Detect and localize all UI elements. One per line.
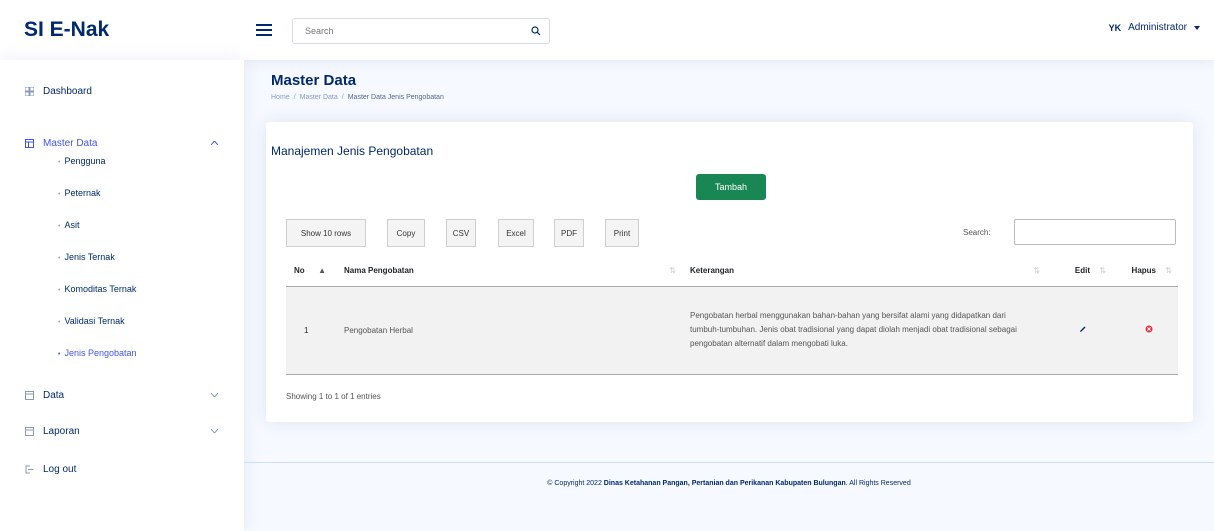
avatar: YK [1108, 22, 1122, 33]
search-bar [292, 18, 550, 44]
sidebar-item-label: Dashboard [43, 86, 92, 97]
column-label: No [294, 265, 305, 275]
sidebar-item-label: Data [43, 390, 65, 401]
sidebar-item-label: Laporan [43, 426, 80, 437]
cell-nama: Pengobatan Herbal [336, 286, 682, 375]
show-rows-button[interactable]: Show 10 rows [286, 219, 366, 247]
layout-icon [24, 391, 34, 401]
sidebar-item-dashboard[interactable]: Dashboard [24, 86, 224, 97]
sidebar-item-label: Log out [43, 464, 77, 475]
breadcrumb-section[interactable]: Master Data [300, 94, 338, 101]
table-row: 1 Pengobatan Herbal Pengobatan herbal me… [286, 286, 1178, 375]
sidebar-subitem-pengguna[interactable]: Pengguna [58, 156, 105, 166]
sidebar-item-logout[interactable]: Log out [24, 464, 224, 475]
column-label: Keterangan [690, 265, 735, 275]
layout-icon [24, 427, 34, 437]
search-icon[interactable] [523, 19, 549, 43]
sort-icon: ⇅ [1033, 266, 1040, 275]
column-header-nama[interactable]: Nama Pengobatan ⇅ [336, 255, 682, 287]
breadcrumb-separator: / [293, 94, 296, 101]
cell-hapus [1112, 286, 1178, 375]
sidebar-subitem-jenis-ternak[interactable]: Jenis Ternak [58, 252, 114, 262]
pencil-icon[interactable] [1079, 325, 1087, 333]
sidebar-subitem-asit[interactable]: Asit [58, 220, 79, 230]
column-label: Hapus [1131, 265, 1156, 275]
column-label: Edit [1074, 265, 1090, 275]
card-title: Manajemen Jenis Pengobatan [271, 144, 434, 158]
breadcrumb-current: Master Data Jenis Pengobatan [347, 94, 444, 101]
sidebar-item-label: Master Data [43, 138, 98, 149]
column-header-hapus[interactable]: Hapus ⇅ [1112, 255, 1178, 287]
chevron-down-icon [1194, 25, 1200, 30]
sort-icon: ⇅ [669, 266, 676, 275]
column-header-keterangan[interactable]: Keterangan ⇅ [682, 255, 1046, 287]
chevron-down-icon [211, 429, 218, 433]
column-label: Nama Pengobatan [344, 265, 414, 275]
logout-icon [24, 465, 34, 475]
copy-button[interactable]: Copy [387, 219, 425, 247]
table-header-row: No ▲ Nama Pengobatan ⇅ Keterangan ⇅ Edit ⇅ H… [286, 255, 1178, 287]
footer-copyright: © Copyright 2022 Dinas Ketahanan Pangan,… [244, 480, 1214, 487]
table-search-input[interactable] [1014, 219, 1176, 245]
sidebar-item-laporan[interactable]: Laporan [24, 426, 224, 437]
column-header-no[interactable]: No ▲ [286, 255, 336, 287]
sidebar-subitem-jenis-pengobatan[interactable]: Jenis Pengobatan [58, 348, 136, 358]
sidebar-subitem-komoditas-ternak[interactable]: Komoditas Ternak [58, 284, 136, 294]
breadcrumb: Home / Master Data / Master Data Jenis P… [271, 94, 444, 101]
sidebar-subitem-validasi-ternak[interactable]: Validasi Ternak [58, 316, 124, 326]
breadcrumb-separator: / [341, 94, 344, 101]
csv-button[interactable]: CSV [446, 219, 476, 247]
app-logo[interactable]: SI E-Nak [24, 18, 109, 42]
footer: © Copyright 2022 Dinas Ketahanan Pangan,… [244, 462, 1214, 531]
search-input[interactable] [305, 26, 523, 36]
data-table: No ▲ Nama Pengobatan ⇅ Keterangan ⇅ Edit ⇅ H… [286, 255, 1178, 375]
delete-icon[interactable] [1145, 325, 1153, 333]
excel-button[interactable]: Excel [498, 219, 534, 247]
menu-toggle-icon[interactable] [256, 24, 272, 36]
cell-no: 1 [286, 286, 336, 375]
copyright-prefix: © Copyright 2022 [547, 480, 602, 487]
table-search-label: Search: [963, 228, 991, 237]
sort-icon: ⇅ [1165, 266, 1172, 275]
table-info: Showing 1 to 1 of 1 entries [286, 392, 381, 401]
column-header-edit[interactable]: Edit ⇅ [1046, 255, 1112, 287]
sidebar-item-master-data[interactable]: Master Data [24, 138, 224, 149]
add-button[interactable]: Tambah [696, 174, 766, 200]
sort-icon: ⇅ [1099, 266, 1106, 275]
copyright-suffix: . All Rights Reserved [845, 480, 911, 487]
sidebar-subitem-peternak[interactable]: Peternak [58, 188, 100, 198]
print-button[interactable]: Print [605, 219, 639, 247]
chevron-up-icon [211, 141, 218, 145]
organization-name: Dinas Ketahanan Pangan, Pertanian dan Pe… [603, 480, 846, 487]
content-card: Manajemen Jenis Pengobatan Tambah Show 1… [266, 122, 1193, 422]
sidebar: Dashboard Master Data Pengguna Peternak … [0, 60, 244, 531]
layout-icon [24, 139, 34, 149]
cell-edit [1046, 286, 1112, 375]
cell-keterangan: Pengobatan herbal menggunakan bahan-baha… [682, 286, 1046, 375]
breadcrumb-home[interactable]: Home [271, 94, 290, 101]
pdf-button[interactable]: PDF [554, 219, 584, 247]
user-menu[interactable]: YK Administrator [1109, 22, 1200, 33]
grid-icon [24, 87, 34, 97]
user-name: Administrator [1128, 22, 1187, 33]
sort-asc-icon: ▲ [318, 266, 326, 275]
page-title: Master Data [271, 72, 357, 89]
header: SI E-Nak YK Administrator [0, 0, 1214, 60]
chevron-down-icon [211, 393, 218, 397]
sidebar-item-data[interactable]: Data [24, 390, 224, 401]
